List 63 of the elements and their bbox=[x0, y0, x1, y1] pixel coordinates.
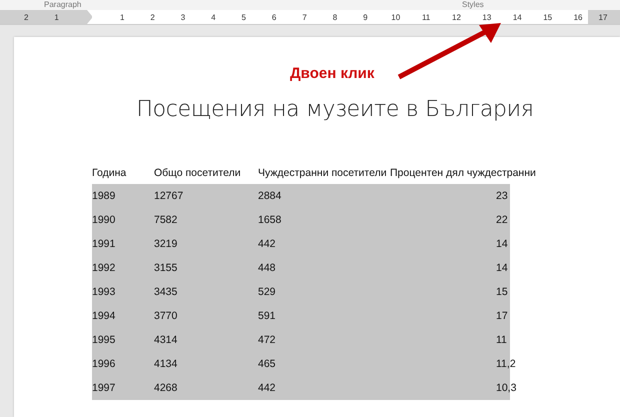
table-cell-text: 1996 bbox=[92, 358, 116, 370]
table-cell-text: 529 bbox=[258, 286, 277, 298]
ruler-number: 16 bbox=[572, 12, 584, 22]
ruler-number: 1 bbox=[118, 12, 126, 22]
table-cell-text: 23 bbox=[495, 190, 508, 202]
table-cell-text: 2884 bbox=[258, 190, 282, 202]
table-cell-text: 11,2 bbox=[495, 358, 516, 370]
table-cell-text: 3435 bbox=[154, 286, 178, 298]
column-header: Общо посетители bbox=[154, 167, 242, 179]
column-header: Година bbox=[92, 167, 128, 179]
table-cell-text: 14 bbox=[495, 262, 508, 274]
table-cell-text: 11 bbox=[495, 334, 507, 346]
ruler-number: 3 bbox=[180, 12, 186, 22]
table-cell-text: 3155 bbox=[154, 262, 178, 274]
table-cell-text: 1993 bbox=[92, 286, 116, 298]
ruler-number: 8 bbox=[332, 12, 338, 22]
ruler-number: 2 bbox=[149, 12, 156, 22]
table-cell-text: 1997 bbox=[92, 382, 116, 394]
table-cell-text: 17 bbox=[495, 310, 508, 322]
table-cell-text: 591 bbox=[258, 310, 277, 322]
table-cell-text: 1995 bbox=[92, 334, 116, 346]
ruler-number: 13 bbox=[481, 12, 492, 22]
table-cell-text: 1992 bbox=[92, 262, 116, 274]
ruler-number: 6 bbox=[270, 12, 278, 22]
table-cell-text: 1989 bbox=[92, 190, 116, 202]
table-cell-text: 1658 bbox=[258, 214, 282, 226]
ruler-number: 5 bbox=[240, 12, 247, 22]
table-cell-text: 3219 bbox=[154, 238, 178, 250]
table-cell-text: 14 bbox=[495, 238, 508, 250]
ruler-number: 11 bbox=[420, 12, 432, 22]
table-cell-text: 12767 bbox=[154, 190, 184, 202]
ruler-number: 14 bbox=[512, 12, 523, 22]
table-cell-text: 1990 bbox=[92, 214, 116, 226]
column-header: Процентен дял чуждестранни bbox=[390, 167, 536, 179]
table-cell-text: 1991 bbox=[92, 238, 116, 250]
ribbon-group-label: Paragraph bbox=[44, 0, 82, 10]
table-cell-text: 15 bbox=[495, 286, 508, 298]
table-cell-text: 4134 bbox=[154, 358, 178, 370]
ruler-number: 7 bbox=[301, 12, 308, 22]
ruler-number: 4 bbox=[210, 12, 217, 22]
table-cell-text: 448 bbox=[258, 262, 277, 274]
table-cell-text: 442 bbox=[258, 238, 277, 250]
ruler-number: 1 bbox=[53, 12, 60, 22]
table-cell-text: 3770 bbox=[154, 310, 178, 322]
table-cell-text: 4314 bbox=[154, 334, 178, 346]
ruler-number: 15 bbox=[542, 12, 554, 22]
table-cell-text: 22 bbox=[495, 214, 508, 226]
ruler-number: 17 bbox=[598, 12, 608, 22]
table-cell-text: 10,3 bbox=[495, 382, 516, 394]
annotation-label: Двоен клик bbox=[290, 65, 374, 82]
table-cell-text: 4268 bbox=[154, 382, 178, 394]
document-title: Посещения на музеите в България bbox=[135, 97, 535, 122]
table-cell-text: 1994 bbox=[92, 310, 116, 322]
ruler-number: 9 bbox=[362, 12, 369, 22]
table-cell-text: 442 bbox=[258, 382, 277, 394]
ruler-number: 12 bbox=[451, 12, 462, 22]
ruler-number: 2 bbox=[22, 12, 30, 22]
ribbon-group-label: Styles bbox=[462, 0, 484, 10]
table-cell-text: 7582 bbox=[154, 214, 178, 226]
table-cell-text: 472 bbox=[258, 334, 277, 346]
column-header: Чуждестранни посетители bbox=[258, 167, 388, 179]
ruler-number: 10 bbox=[390, 12, 402, 22]
table-cell-text: 465 bbox=[258, 358, 277, 370]
